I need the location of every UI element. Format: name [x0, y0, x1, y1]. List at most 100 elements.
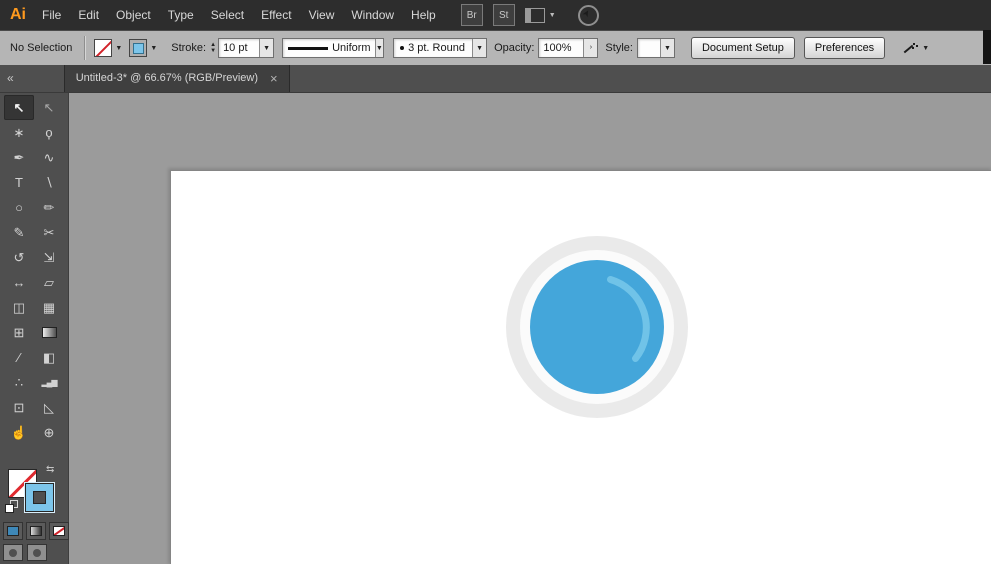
rotate-tool[interactable]: ↺ — [4, 245, 34, 270]
drawing-mode-buttons — [3, 544, 47, 561]
slice-tool[interactable]: ◺ — [34, 395, 64, 420]
direct-selection-tool[interactable]: ↖ — [34, 95, 64, 120]
pen-tool[interactable]: ✒ — [4, 145, 34, 170]
stroke-caret-icon[interactable]: ▼ — [150, 45, 157, 52]
document-tab[interactable]: Untitled-3* @ 66.67% (RGB/Preview) × — [63, 64, 290, 92]
lasso-tool-icon: ϙ — [45, 125, 53, 140]
menu-window[interactable]: Window — [351, 8, 394, 22]
canvas[interactable] — [68, 92, 991, 564]
bridge-button[interactable]: Br — [460, 4, 483, 26]
stepper-down-icon[interactable]: ▼ — [210, 48, 216, 54]
style-combo[interactable]: ▼ — [636, 38, 675, 58]
lasso-tool[interactable]: ϙ — [34, 120, 64, 145]
zoom-tool-icon: ⊕ — [43, 424, 55, 440]
menu-view[interactable]: View — [309, 8, 335, 22]
line-segment-tool[interactable]: ∖ — [34, 170, 64, 195]
opacity-value[interactable]: 100% — [539, 42, 583, 54]
eyedropper-tool[interactable]: ∕ — [4, 345, 34, 370]
shape-builder-tool[interactable]: ◫ — [4, 295, 34, 320]
document-tab-bar: « Untitled-3* @ 66.67% (RGB/Preview) × — [0, 64, 991, 93]
pencil-tool[interactable]: ✎ — [4, 220, 34, 245]
menu-edit[interactable]: Edit — [78, 8, 99, 22]
scissors-tool[interactable]: ✂ — [34, 220, 64, 245]
mesh-tool[interactable]: ⊞ — [4, 320, 34, 345]
app-bar-buttons: Br St ▼ — [460, 4, 599, 26]
default-fill-stroke-icon[interactable] — [5, 500, 18, 513]
fill-none-swatch[interactable] — [94, 39, 113, 57]
hand-tool[interactable]: ☝ — [4, 420, 34, 445]
stroke-swatch-indicator[interactable] — [24, 482, 55, 513]
preferences-button[interactable]: Preferences — [803, 37, 886, 59]
none-button[interactable] — [49, 522, 69, 540]
menu-select[interactable]: Select — [211, 8, 244, 22]
workspace-switcher-icon[interactable] — [524, 7, 545, 23]
blend-tool[interactable]: ◧ — [34, 345, 64, 370]
artwork-circle-icon[interactable] — [497, 227, 697, 427]
ellipse-tool-icon: ○ — [15, 200, 23, 215]
width-profile-dd-icon[interactable]: ▼ — [374, 39, 384, 57]
menu-help[interactable]: Help — [411, 8, 436, 22]
selection-tool-icon: ↖ — [13, 99, 25, 115]
tab-close-icon[interactable]: × — [270, 72, 278, 85]
artboard-tool[interactable]: ⊡ — [4, 395, 34, 420]
gradient-button[interactable] — [26, 522, 46, 540]
ellipse-tool[interactable]: ○ — [4, 195, 34, 220]
scale-tool-icon: ⇲ — [43, 249, 55, 265]
stroke-color-control[interactable]: ▼ — [129, 39, 157, 57]
select-similar-wand-icon[interactable] — [901, 41, 916, 56]
width-profile-combo[interactable]: Uniform ▼ — [282, 38, 385, 58]
curvature-tool[interactable]: ∿ — [34, 145, 64, 170]
opacity-label[interactable]: Opacity: — [494, 42, 534, 54]
touch-workspace-icon[interactable] — [577, 4, 599, 26]
stroke-weight-combo[interactable]: 10 pt ▼ — [218, 38, 275, 58]
menu-items: File Edit Object Type Select Effect View Window… — [42, 8, 453, 22]
document-setup-button[interactable]: Document Setup — [690, 37, 795, 59]
fill-color-control[interactable]: ▼ — [94, 39, 122, 57]
menu-file[interactable]: File — [42, 8, 61, 22]
control-bar: No Selection ▼ ▼ Stroke: ▲ ▼ 10 pt ▼ Uni… — [0, 30, 991, 65]
gradient-tool-icon — [41, 327, 57, 338]
stroke-weight-dd-icon[interactable]: ▼ — [259, 39, 274, 57]
collapse-panel-icon[interactable]: « — [7, 72, 14, 84]
workspace-caret-icon[interactable]: ▼ — [549, 12, 556, 19]
stroke-color-swatch[interactable] — [129, 39, 148, 57]
color-button[interactable] — [3, 522, 23, 540]
brush-dd-icon[interactable]: ▼ — [472, 39, 487, 57]
style-dd-icon[interactable]: ▼ — [659, 39, 674, 57]
stroke-weight-value[interactable]: 10 pt — [219, 42, 259, 54]
width-profile-value[interactable]: Uniform — [328, 42, 375, 54]
fill-caret-icon[interactable]: ▼ — [115, 45, 122, 52]
stock-button[interactable]: St — [492, 4, 515, 26]
swap-fill-stroke-icon[interactable]: ⇆ — [46, 464, 54, 475]
perspective-grid-tool[interactable]: ▦ — [34, 295, 64, 320]
stroke-weight-label[interactable]: Stroke: — [171, 42, 206, 54]
opacity-field[interactable]: 100% › — [538, 38, 599, 58]
style-label[interactable]: Style: — [605, 42, 633, 54]
menu-effect[interactable]: Effect — [261, 8, 291, 22]
menu-object[interactable]: Object — [116, 8, 151, 22]
zoom-tool[interactable]: ⊕ — [34, 420, 64, 445]
brush-combo[interactable]: 3 pt. Round ▼ — [393, 38, 488, 58]
scale-tool[interactable]: ⇲ — [34, 245, 64, 270]
free-transform-tool[interactable]: ▱ — [34, 270, 64, 295]
column-graph-tool[interactable]: ▂▄▆ — [34, 370, 64, 395]
width-tool-icon: ↔ — [12, 275, 26, 290]
stroke-swatch-hole — [33, 491, 46, 504]
type-tool[interactable]: T — [4, 170, 34, 195]
selection-tool[interactable]: ↖ — [4, 95, 34, 120]
draw-normal-button[interactable] — [3, 544, 23, 561]
line-segment-tool-icon: ∖ — [44, 174, 54, 190]
magic-wand-tool[interactable]: ∗ — [4, 120, 34, 145]
width-tool[interactable]: ↔ — [4, 270, 34, 295]
symbol-sprayer-tool[interactable]: ∴ — [4, 370, 34, 395]
select-similar-control[interactable]: ▼ — [901, 41, 929, 56]
divider — [84, 36, 86, 60]
stroke-weight-stepper[interactable]: ▲ ▼ — [210, 42, 216, 54]
select-similar-caret-icon[interactable]: ▼ — [922, 45, 929, 52]
menu-type[interactable]: Type — [168, 8, 194, 22]
draw-behind-button[interactable] — [27, 544, 47, 561]
gradient-tool[interactable] — [34, 320, 64, 345]
opacity-chevron-icon[interactable]: › — [583, 39, 598, 57]
paintbrush-tool[interactable]: ✏ — [34, 195, 64, 220]
brush-value[interactable]: 3 pt. Round — [404, 42, 472, 54]
